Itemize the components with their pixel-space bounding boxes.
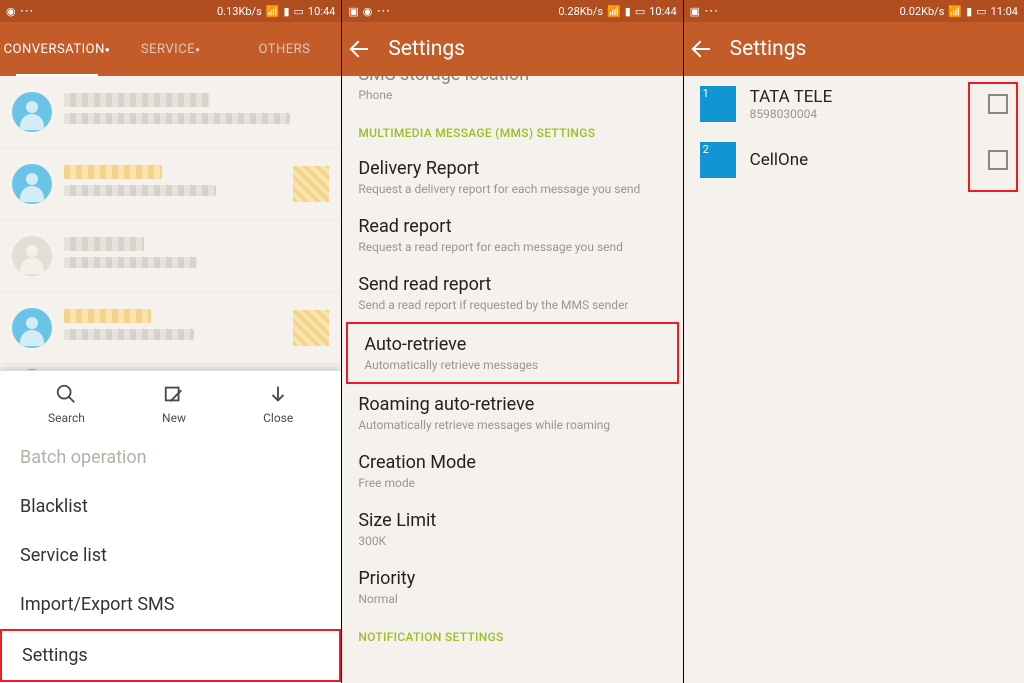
checkbox[interactable] bbox=[988, 94, 1008, 114]
menu-import-export[interactable]: Import/Export SMS bbox=[0, 580, 341, 629]
setting-priority[interactable]: Priority Normal bbox=[342, 558, 682, 616]
signal-icon: ▮ bbox=[283, 5, 289, 18]
avatar-icon bbox=[12, 92, 52, 132]
battery-icon: ▭ bbox=[976, 5, 986, 18]
tab-others[interactable]: OTHERS bbox=[228, 22, 342, 76]
setting-size-limit[interactable]: Size Limit 300K bbox=[342, 500, 682, 558]
signal-icon: ▮ bbox=[625, 5, 631, 18]
conversation-row[interactable] bbox=[0, 148, 341, 220]
battery-icon: ▭ bbox=[635, 5, 645, 18]
signal-icon: ▮ bbox=[966, 5, 972, 18]
setting-send-read-report[interactable]: Send read report Send a read report if r… bbox=[342, 264, 682, 322]
sim-badge-icon: 1 bbox=[700, 86, 736, 122]
tab-service[interactable]: SERVICE● bbox=[114, 22, 228, 76]
status-bar: ▣ ◉ 0.28Kb/s 📶 ▮ ▭ 10:44 bbox=[342, 0, 682, 22]
wifi-icon: 📶 bbox=[607, 5, 621, 18]
screen-settings-mms: ▣ ◉ 0.28Kb/s 📶 ▮ ▭ 10:44 Settings SMS sto… bbox=[341, 0, 682, 683]
conversation-list[interactable]: +447509066573 bbox=[0, 76, 341, 414]
conversation-row[interactable] bbox=[0, 76, 341, 148]
back-button[interactable] bbox=[692, 39, 712, 59]
search-action[interactable]: Search bbox=[48, 381, 85, 425]
screen-conversation-list: ◉ 0.13Kb/s 📶 ▮ ▭ 10:44 CONVERSATION● SER… bbox=[0, 0, 341, 683]
sim-row[interactable]: 2 CellOne bbox=[684, 132, 1024, 188]
page-title: Settings bbox=[388, 37, 465, 61]
image-icon: ▣ bbox=[348, 5, 358, 18]
sim-name: TATA TELE bbox=[750, 87, 974, 107]
net-speed: 0.02Kb/s bbox=[900, 5, 945, 18]
search-icon bbox=[53, 381, 79, 407]
clock: 10:44 bbox=[649, 5, 676, 18]
wifi-icon: 📶 bbox=[266, 5, 280, 18]
clock: 10:44 bbox=[308, 5, 335, 18]
settings-list[interactable]: SMS storage location Phone MULTIMEDIA ME… bbox=[342, 76, 682, 683]
setting-sms-storage[interactable]: SMS storage location Phone bbox=[342, 76, 682, 112]
setting-delivery-report[interactable]: Delivery Report Request a delivery repor… bbox=[342, 148, 682, 206]
conversation-row[interactable] bbox=[0, 292, 341, 364]
wifi-icon: 📶 bbox=[948, 5, 962, 18]
section-mms-header: MULTIMEDIA MESSAGE (MMS) SETTINGS bbox=[342, 112, 682, 148]
image-icon: ▣ bbox=[690, 5, 700, 18]
tabs-header: CONVERSATION● SERVICE● OTHERS bbox=[0, 22, 341, 76]
avatar-icon bbox=[12, 164, 52, 204]
more-icon bbox=[704, 4, 718, 18]
thumb-icon bbox=[293, 310, 329, 346]
net-speed: 0.13Kb/s bbox=[217, 5, 262, 18]
menu-settings[interactable]: Settings bbox=[0, 629, 341, 682]
page-title: Settings bbox=[730, 37, 807, 61]
tab-conversation[interactable]: CONVERSATION● bbox=[0, 22, 114, 76]
clock: 11:04 bbox=[991, 5, 1018, 18]
close-action[interactable]: Close bbox=[263, 381, 293, 425]
settings-header: Settings bbox=[684, 22, 1024, 76]
app-icon: ◉ bbox=[6, 5, 16, 18]
net-speed: 0.28Kb/s bbox=[558, 5, 603, 18]
new-action[interactable]: New bbox=[161, 381, 187, 425]
thumb-icon bbox=[293, 166, 329, 202]
setting-creation-mode[interactable]: Creation Mode Free mode bbox=[342, 442, 682, 500]
status-bar: ▣ 0.02Kb/s 📶 ▮ ▭ 11:04 bbox=[684, 0, 1024, 22]
back-button[interactable] bbox=[350, 39, 370, 59]
setting-read-report[interactable]: Read report Request a read report for ea… bbox=[342, 206, 682, 264]
checkbox[interactable] bbox=[988, 150, 1008, 170]
battery-icon: ▭ bbox=[294, 5, 304, 18]
sim-row[interactable]: 1 TATA TELE 8598030004 bbox=[684, 76, 1024, 132]
overflow-menu: Search New Close Batch operation Blackli… bbox=[0, 370, 341, 683]
setting-auto-retrieve[interactable]: Auto-retrieve Automatically retrieve mes… bbox=[346, 322, 678, 384]
avatar-icon bbox=[12, 236, 52, 276]
chevron-down-icon bbox=[265, 381, 291, 407]
location-icon: ◉ bbox=[363, 5, 373, 18]
sim-badge-icon: 2 bbox=[700, 142, 736, 178]
sim-number: 8598030004 bbox=[750, 107, 974, 121]
more-icon bbox=[376, 4, 390, 18]
setting-roaming-auto-retrieve[interactable]: Roaming auto-retrieve Automatically retr… bbox=[342, 384, 682, 442]
section-notification-header: NOTIFICATION SETTINGS bbox=[342, 616, 682, 652]
sim-name: CellOne bbox=[750, 150, 974, 170]
avatar-icon bbox=[12, 308, 52, 348]
conversation-row[interactable] bbox=[0, 220, 341, 292]
screen-sim-select: ▣ 0.02Kb/s 📶 ▮ ▭ 11:04 Settings 1 TATA T… bbox=[683, 0, 1024, 683]
status-bar: ◉ 0.13Kb/s 📶 ▮ ▭ 10:44 bbox=[0, 0, 341, 22]
menu-blacklist[interactable]: Blacklist bbox=[0, 482, 341, 531]
compose-icon bbox=[161, 381, 187, 407]
settings-header: Settings bbox=[342, 22, 682, 76]
more-icon bbox=[20, 4, 34, 18]
menu-batch-operation[interactable]: Batch operation bbox=[0, 433, 341, 482]
sim-list: 1 TATA TELE 8598030004 2 CellOne bbox=[684, 76, 1024, 683]
menu-service-list[interactable]: Service list bbox=[0, 531, 341, 580]
